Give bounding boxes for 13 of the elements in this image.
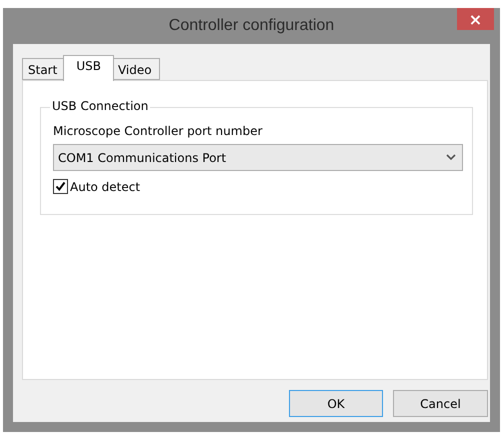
tab[interactable]: Start bbox=[22, 58, 66, 80]
group-title: USB Connection bbox=[50, 99, 150, 113]
tab[interactable]: USB bbox=[63, 55, 114, 81]
close-button[interactable]: × bbox=[457, 8, 494, 30]
dialog-button[interactable]: OK bbox=[289, 390, 383, 417]
checkbox-label: Auto detect bbox=[70, 180, 140, 194]
window-title: Controller configuration bbox=[168, 17, 334, 35]
dialog-button[interactable]: Cancel bbox=[393, 390, 488, 417]
checkbox[interactable] bbox=[53, 179, 68, 194]
field-label: Microscope Controller port number bbox=[53, 124, 264, 138]
port-dropdown[interactable]: COM1 Communications Port bbox=[53, 144, 463, 171]
chevron-down-icon bbox=[446, 154, 456, 161]
tab[interactable]: Video bbox=[112, 58, 160, 80]
